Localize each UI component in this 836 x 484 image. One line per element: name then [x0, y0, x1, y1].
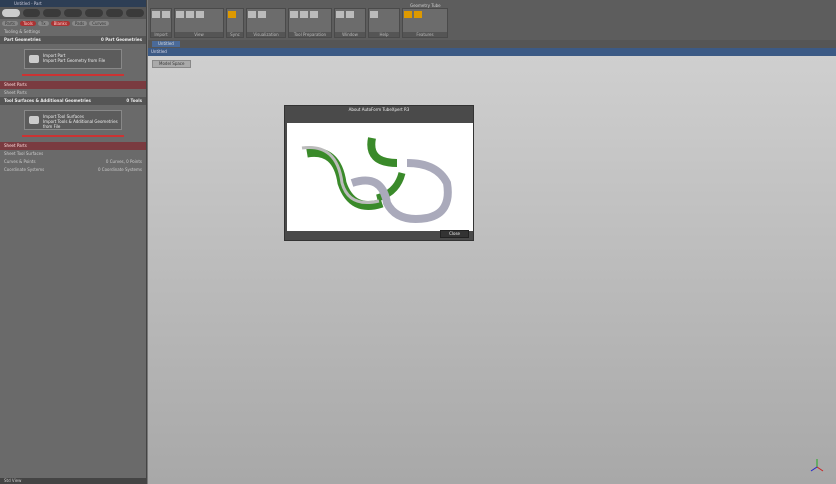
label: Tooling & Settings [4, 29, 41, 34]
close-button[interactable]: Close [440, 230, 469, 238]
filter[interactable]: Pads [71, 21, 88, 26]
tab[interactable] [126, 9, 145, 17]
left-panel: Untitled - Part Parts Tools Tx Blanks Pa… [0, 0, 147, 484]
ribbon-group[interactable]: Sync [226, 8, 244, 38]
count: 0 Curves, 0 Points [105, 159, 142, 164]
ribbon-group[interactable]: Import [150, 8, 172, 38]
tab-geometry[interactable]: Geometry [410, 3, 430, 8]
ribbon-group[interactable]: View [174, 8, 224, 38]
group-label: Window [335, 32, 365, 37]
sublabel: Import Part Geometry from File [43, 58, 106, 63]
ribbon-group[interactable]: Visualization [246, 8, 286, 38]
filter[interactable]: Blanks [50, 21, 70, 26]
ribbon-group[interactable]: Features [402, 8, 448, 38]
filter[interactable]: Parts [2, 21, 18, 26]
doc-tab[interactable]: Untitled [152, 41, 180, 47]
import-icon [29, 55, 39, 63]
ribbon-group[interactable]: Tool Preparation [288, 8, 332, 38]
group-label: Help [369, 32, 399, 37]
import-icon [29, 116, 39, 124]
filter[interactable]: Tx [37, 21, 49, 26]
tab-tube[interactable]: Tube [431, 3, 440, 8]
sublabel: Import Tools & Additional Geometries fro… [43, 119, 118, 129]
coords-row[interactable]: Coordinate Systems 0 Coordinate Systems [0, 166, 146, 174]
axis-triad-icon [810, 459, 824, 472]
tab[interactable] [64, 9, 82, 17]
label: Curves & Points [4, 159, 36, 164]
group-label: Sync [227, 32, 243, 37]
tab[interactable] [22, 9, 41, 17]
group-label: Import [151, 32, 171, 37]
tab[interactable] [105, 9, 124, 17]
group-label: Tool Preparation [289, 32, 331, 37]
count: 0 Part Geometries [101, 37, 142, 42]
panel-title: Untitled - Part [0, 0, 146, 7]
divider [22, 74, 124, 76]
import-part-button[interactable]: Import Part Import Part Geometry from Fil… [24, 49, 122, 69]
tooling-settings[interactable]: Tooling & Settings [0, 28, 146, 36]
sheet-parts-row[interactable]: Sheet Parts [0, 142, 146, 150]
sheet-parts-row[interactable]: Sheet Parts [0, 81, 146, 89]
dialog-title: About AutoForm TubeXpert R3 [348, 107, 410, 112]
label: Part Geometries [4, 37, 41, 42]
label: Coordinate Systems [4, 167, 45, 172]
divider [22, 135, 124, 137]
sheet-sub[interactable]: Sheet Tool Surfaces [0, 150, 146, 158]
curves-row[interactable]: Curves & Points 0 Curves, 0 Points [0, 158, 146, 166]
ribbon-group[interactable]: Window [334, 8, 366, 38]
tab[interactable] [84, 9, 103, 17]
import-tools-button[interactable]: Import Tool Surfaces Import Tools & Addit… [24, 110, 122, 130]
filter-bar: Parts Tools Tx Blanks Pads Curves [0, 19, 146, 28]
viewport[interactable] [148, 56, 836, 484]
status-bar: Std View [0, 478, 147, 484]
label: Sheet Parts [4, 90, 27, 95]
view-mode-button[interactable]: Model Space [152, 60, 192, 68]
sheet-sub[interactable]: Sheet Parts [0, 89, 146, 97]
tab[interactable] [2, 9, 20, 17]
ribbon-group[interactable]: Help [368, 8, 400, 38]
part-geometries-header[interactable]: Part Geometries 0 Part Geometries [0, 36, 146, 44]
count: 0 Tools [126, 98, 142, 103]
viewport-title: Untitled [148, 48, 836, 56]
count: 0 Coordinate Systems [97, 167, 142, 172]
splash-image [287, 123, 473, 231]
filter[interactable]: Tools [19, 21, 36, 26]
group-label: Features [403, 32, 447, 37]
label: Sheet Tool Surfaces [4, 151, 44, 156]
ribbon-tabs: Geometry Tube [410, 3, 441, 8]
label: Sheet Parts [4, 82, 27, 87]
tool-geometries-header[interactable]: Tool Surfaces & Additional Geometries 0 T… [0, 97, 146, 105]
ribbon: Import View Sync Visualization Tool Prep… [148, 0, 836, 40]
filter[interactable]: Curves [89, 21, 110, 26]
about-dialog: About AutoForm TubeXpert R3 Close [284, 105, 474, 241]
group-label: View [175, 32, 223, 37]
panel-tabs [0, 7, 146, 19]
group-label: Visualization [247, 32, 285, 37]
label: Tool Surfaces & Additional Geometries [4, 98, 91, 103]
tab[interactable] [43, 9, 62, 17]
label: Sheet Parts [4, 143, 27, 148]
document-tabs: Untitled [148, 40, 836, 48]
